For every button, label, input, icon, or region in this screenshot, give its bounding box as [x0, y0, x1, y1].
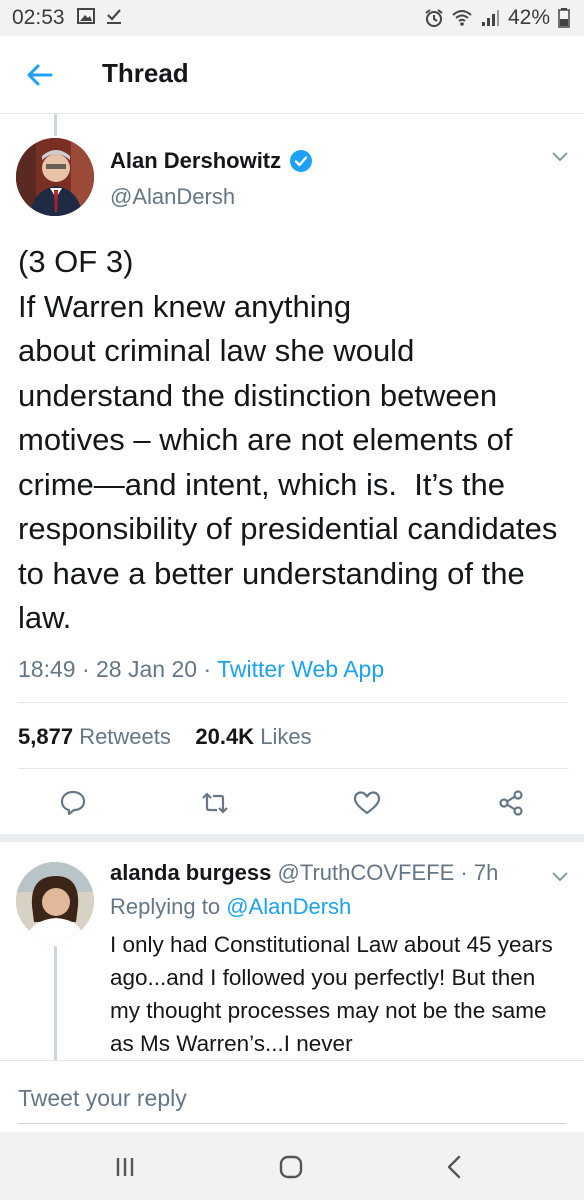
reply-text: I only had Constitutional Law about 45 y…	[110, 932, 553, 1056]
divider	[18, 768, 568, 769]
like-icon[interactable]	[352, 788, 382, 818]
status-bar: 02:53 42%	[0, 0, 584, 36]
retweets-count: 5,877	[18, 724, 74, 749]
wifi-icon	[452, 10, 472, 26]
section-separator	[0, 834, 584, 842]
download-done-icon	[107, 9, 121, 24]
avatar-image	[16, 862, 94, 940]
reply-author-name[interactable]: alanda burgess	[110, 860, 271, 885]
reply-input[interactable]: Tweet your reply	[18, 1085, 187, 1112]
author-handle[interactable]: @AlanDersh	[110, 184, 235, 210]
thread-connector-line	[54, 946, 57, 1060]
back-arrow-icon[interactable]	[24, 60, 54, 90]
battery-percent: 42%	[507, 6, 550, 29]
chevron-down-icon[interactable]	[550, 870, 570, 884]
tweet-source-link[interactable]: Twitter Web App	[217, 656, 384, 682]
battery-icon	[558, 8, 570, 28]
tweet-meta: 18:49 · 28 Jan 20 · Twitter Web App	[18, 656, 384, 683]
author-name[interactable]: Alan Dershowitz	[110, 148, 281, 174]
share-icon[interactable]	[496, 788, 526, 818]
system-nav-bar	[0, 1132, 584, 1200]
recents-icon[interactable]	[110, 1152, 140, 1182]
retweets-label: Retweets	[79, 724, 171, 749]
avatar-image	[16, 138, 94, 216]
reply-header: alanda burgess @TruthCOVFEFE · 7h	[110, 860, 498, 886]
status-time: 02:53	[12, 6, 65, 29]
input-underline	[18, 1123, 566, 1124]
reply-icon[interactable]	[58, 788, 88, 818]
signal-icon	[481, 10, 499, 26]
reply-composer[interactable]: Tweet your reply	[0, 1060, 584, 1132]
divider	[18, 702, 568, 703]
home-icon[interactable]	[276, 1152, 306, 1182]
replying-mention-link[interactable]: @AlanDersh	[226, 894, 351, 919]
tweet-time: 18:49	[18, 656, 76, 682]
likes-stat[interactable]: 20.4K Likes	[195, 724, 311, 749]
likes-count: 20.4K	[195, 724, 255, 749]
verified-badge-icon	[290, 150, 313, 172]
tweet-actions	[0, 780, 584, 828]
retweets-stat[interactable]: 5,877 Retweets	[18, 724, 171, 749]
retweet-icon[interactable]	[200, 788, 230, 818]
avatar[interactable]	[16, 862, 94, 940]
reply-age: 7h	[473, 860, 499, 885]
replying-label: Replying to	[110, 894, 221, 919]
tweet-date: 28 Jan 20	[96, 656, 198, 682]
meta-separator: ·	[460, 860, 474, 885]
avatar[interactable]	[16, 138, 94, 216]
app-bar: Thread	[0, 36, 584, 114]
meta-separator: ·	[203, 656, 218, 682]
replying-to: Replying to @AlanDersh	[110, 894, 351, 920]
likes-label: Likes	[260, 724, 312, 749]
image-icon	[77, 8, 95, 24]
tweet-text: (3 OF 3) If Warren knew anything about c…	[18, 244, 558, 635]
reply-author-handle[interactable]: @TruthCOVFEFE	[278, 860, 455, 885]
chevron-down-icon[interactable]	[550, 150, 570, 164]
thread-connector-line	[54, 114, 57, 136]
back-icon[interactable]	[440, 1152, 470, 1182]
meta-separator: ·	[81, 656, 97, 682]
tweet-stats: 5,877 Retweets 20.4K Likes	[18, 724, 312, 750]
alarm-icon	[425, 9, 443, 27]
page-title: Thread	[102, 58, 189, 88]
